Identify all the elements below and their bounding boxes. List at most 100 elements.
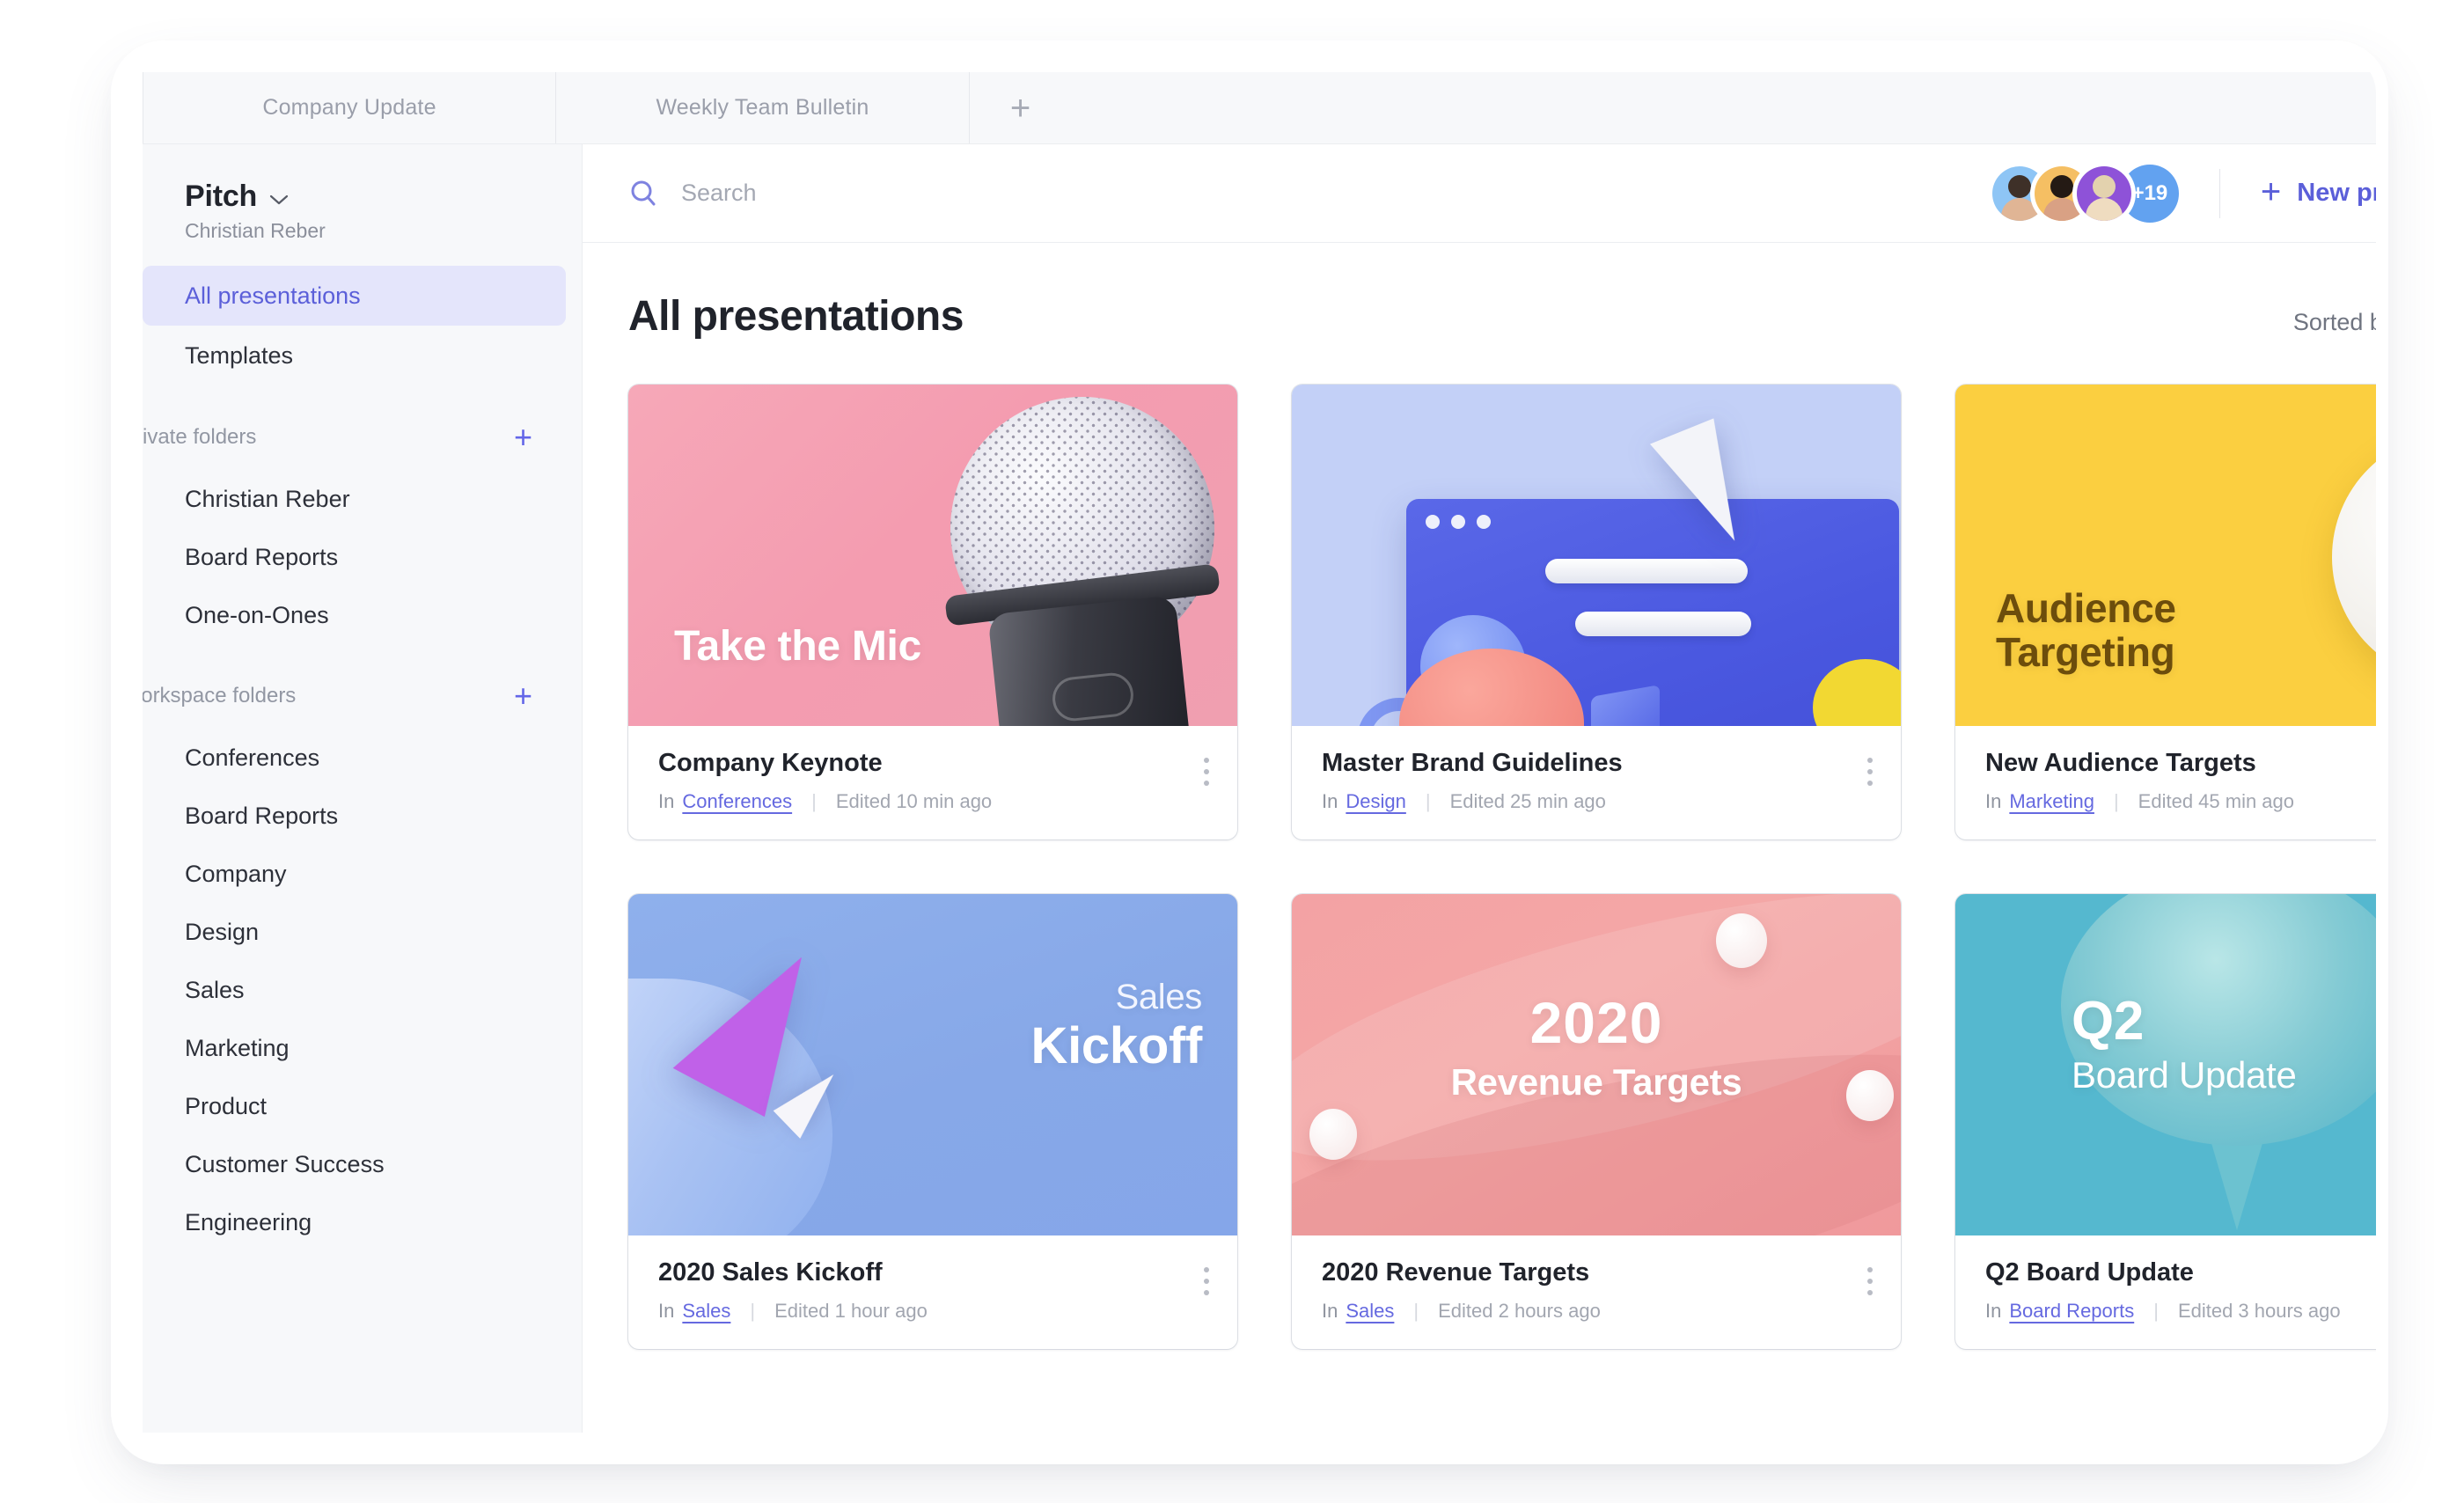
folder-label: Customer Success bbox=[185, 1150, 385, 1177]
card-subtitle: In Sales | Edited 2 hours ago bbox=[1322, 1300, 1871, 1323]
sidebar-folder-customer-success[interactable]: Customer Success bbox=[143, 1135, 582, 1193]
search-icon bbox=[628, 179, 658, 209]
card-edited-time: Edited 2 hours ago bbox=[1438, 1300, 1601, 1322]
sidebar-folder-board-reports[interactable]: Board Reports bbox=[143, 787, 582, 845]
sidebar-folder-marketing[interactable]: Marketing bbox=[143, 1019, 582, 1077]
card-title: Master Brand Guidelines bbox=[1322, 749, 1623, 777]
in-word: In bbox=[1985, 790, 2002, 812]
presentation-thumbnail[interactable] bbox=[1292, 385, 1901, 726]
sidebar-item-all-presentations[interactable]: All presentations bbox=[143, 266, 566, 326]
sidebar-folder-christian-reber[interactable]: Christian Reber bbox=[143, 470, 582, 528]
card-title: 2020 Revenue Targets bbox=[1322, 1258, 1590, 1287]
thumbnail-title-line2: Kickoff bbox=[1030, 1017, 1203, 1075]
card-folder-link[interactable]: Marketing bbox=[2009, 790, 2094, 813]
thumbnail-title: Take the Mic bbox=[674, 623, 921, 671]
private-folders-section-header: Private folders + bbox=[143, 405, 582, 470]
presentation-thumbnail[interactable]: Audience Targeting bbox=[1955, 385, 2376, 726]
presentation-card[interactable]: Audience Targeting New Audience Targets … bbox=[1955, 385, 2376, 839]
card-folder-link[interactable]: Conferences bbox=[682, 790, 792, 813]
card-edited-time: Edited 45 min ago bbox=[2138, 790, 2295, 812]
folder-label: Christian Reber bbox=[185, 485, 350, 512]
window-dots-icon bbox=[1426, 515, 1491, 529]
card-folder-link[interactable]: Sales bbox=[1346, 1300, 1394, 1323]
sphere-icon bbox=[1716, 913, 1767, 968]
sidebar-folder-sales[interactable]: Sales bbox=[143, 961, 582, 1019]
app-device-frame: Company Update Weekly Team Bulletin + Pi… bbox=[123, 53, 2376, 1452]
presentation-thumbnail[interactable]: Sales Kickoff bbox=[628, 894, 1237, 1235]
card-meta: Master Brand Guidelines In Design | Edit… bbox=[1292, 726, 1901, 839]
in-word: In bbox=[658, 1300, 675, 1322]
collaborator-avatars[interactable]: +19 bbox=[1991, 164, 2179, 223]
sidebar-folder-one-on-ones[interactable]: One-on-Ones bbox=[143, 586, 582, 644]
card-folder-link[interactable]: Sales bbox=[682, 1300, 730, 1323]
card-title: Company Keynote bbox=[658, 749, 883, 777]
tab-company-update[interactable]: Company Update bbox=[143, 72, 556, 143]
presentation-card[interactable]: Master Brand Guidelines In Design | Edit… bbox=[1292, 385, 1901, 839]
sort-control[interactable]: Sorted by last edited bbox=[2293, 309, 2376, 336]
separator: | bbox=[750, 1300, 756, 1322]
folder-label: Design bbox=[185, 918, 260, 945]
add-workspace-folder-button[interactable]: + bbox=[514, 680, 532, 712]
thumbnail-title-line2: Targeting bbox=[1996, 629, 2175, 676]
folder-label: Engineering bbox=[185, 1208, 312, 1235]
card-folder-link[interactable]: Board Reports bbox=[2009, 1300, 2134, 1323]
workspace-name: Pitch bbox=[185, 180, 258, 213]
tab-weekly-team-bulletin[interactable]: Weekly Team Bulletin bbox=[556, 72, 970, 143]
thumbnail-title-line1: Q2 bbox=[2072, 991, 2145, 1052]
card-options-button[interactable] bbox=[1204, 1267, 1209, 1295]
add-private-folder-button[interactable]: + bbox=[514, 422, 532, 453]
sphere-icon bbox=[2332, 432, 2376, 682]
separator: | bbox=[2153, 1300, 2159, 1322]
separator: | bbox=[1425, 790, 1431, 812]
avatar-overflow-label: +19 bbox=[2131, 180, 2168, 205]
card-title: Q2 Board Update bbox=[1985, 1258, 2194, 1287]
workspace-switcher[interactable]: Pitch Christian Reber bbox=[143, 167, 582, 266]
page-title: All presentations bbox=[628, 293, 964, 340]
new-tab-button[interactable]: + bbox=[970, 72, 1071, 143]
new-presentation-button[interactable]: + New presentation bbox=[2261, 174, 2376, 209]
thumbnail-title-line1: 2020 bbox=[1529, 990, 1663, 1055]
sidebar-folder-conferences[interactable]: Conferences bbox=[143, 729, 582, 787]
thumbnail-title: Sales Kickoff bbox=[1030, 979, 1203, 1075]
folder-label: Board Reports bbox=[185, 802, 339, 829]
placeholder-bar bbox=[1575, 612, 1751, 636]
card-subtitle: In Design | Edited 25 min ago bbox=[1322, 790, 1871, 813]
sidebar-folder-design[interactable]: Design bbox=[143, 903, 582, 961]
presentation-thumbnail[interactable]: Take the Mic bbox=[628, 385, 1237, 726]
sidebar-item-label: Templates bbox=[185, 341, 294, 369]
folder-label: Product bbox=[185, 1092, 268, 1119]
card-options-button[interactable] bbox=[1867, 758, 1873, 786]
card-folder-link[interactable]: Design bbox=[1346, 790, 1405, 813]
card-meta: 2020 Sales Kickoff In Sales | Edited 1 h… bbox=[628, 1235, 1237, 1349]
presentation-card[interactable]: Take the Mic Company Keynote In Conferen… bbox=[628, 385, 1237, 839]
card-options-button[interactable] bbox=[1204, 758, 1209, 786]
sidebar-folder-engineering[interactable]: Engineering bbox=[143, 1193, 582, 1251]
sidebar-item-templates[interactable]: Templates bbox=[143, 326, 566, 385]
card-meta: New Audience Targets In Marketing | Edit… bbox=[1955, 726, 2376, 839]
main-content: +19 + New presentation All presentations bbox=[583, 144, 2376, 1433]
presentation-thumbnail[interactable]: 2020 Revenue Targets bbox=[1292, 894, 1901, 1235]
private-folders-label: Private folders bbox=[143, 425, 257, 449]
thumbnail-title-line2: Board Update bbox=[2072, 1053, 2297, 1096]
card-subtitle: In Sales | Edited 1 hour ago bbox=[658, 1300, 1207, 1323]
card-meta: Company Keynote In Conferences | Edited … bbox=[628, 726, 1237, 839]
thumbnail-title: Audience Targeting bbox=[1996, 586, 2176, 675]
sidebar-folder-company[interactable]: Company bbox=[143, 845, 582, 903]
card-options-button[interactable] bbox=[1867, 1267, 1873, 1295]
plus-icon: + bbox=[1009, 88, 1031, 128]
presentation-card[interactable]: 2020 Revenue Targets 2020 Revenue Target… bbox=[1292, 894, 1901, 1349]
sidebar-folder-product[interactable]: Product bbox=[143, 1077, 582, 1135]
presentation-card[interactable]: Sales Kickoff 2020 Sales Kickoff In Sale… bbox=[628, 894, 1237, 1349]
presentation-thumbnail[interactable]: Q2 Board Update bbox=[1955, 894, 2376, 1235]
search-input[interactable] bbox=[681, 180, 1139, 207]
folder-label: Sales bbox=[185, 976, 245, 1003]
thumbnail-title-line1: Audience bbox=[1996, 584, 2176, 631]
presentation-card[interactable]: Q2 Board Update Q2 Board Update In Board… bbox=[1955, 894, 2376, 1349]
card-edited-time: Edited 25 min ago bbox=[1449, 790, 1606, 812]
avatar[interactable] bbox=[2076, 165, 2131, 221]
card-edited-time: Edited 1 hour ago bbox=[774, 1300, 928, 1322]
workspace-row: Pitch bbox=[185, 180, 582, 214]
search-bar[interactable] bbox=[628, 179, 1992, 209]
card-meta: Q2 Board Update In Board Reports | Edite… bbox=[1955, 1235, 2376, 1349]
sidebar-folder-board-reports-private[interactable]: Board Reports bbox=[143, 528, 582, 586]
